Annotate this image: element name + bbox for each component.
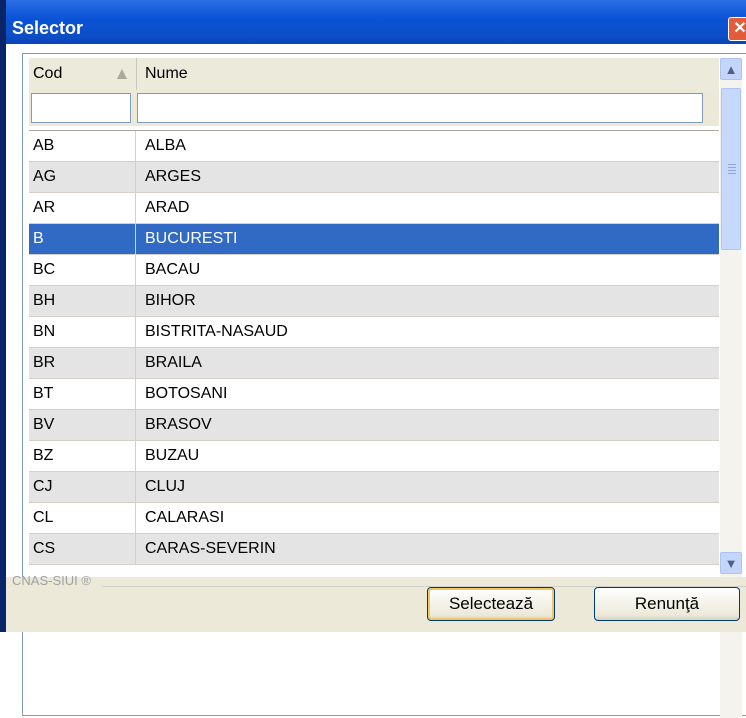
- chevron-up-icon[interactable]: ▲: [720, 58, 742, 80]
- table-row[interactable]: BC BACAU: [29, 255, 719, 286]
- column-separator: [135, 131, 136, 161]
- cell-nume: ALBA: [145, 137, 186, 154]
- cell-cod: BH: [33, 292, 56, 309]
- cell-nume: CLUJ: [145, 478, 186, 495]
- column-separator: [135, 348, 136, 378]
- column-separator: [135, 286, 136, 316]
- column-separator: [135, 193, 136, 223]
- grid-rows: AB ALBA AG ARGES AR ARAD B BUCURESTI BC BACAU BH BI…: [29, 130, 719, 565]
- column-separator: [135, 255, 136, 285]
- thumb-grip-line: [728, 164, 736, 165]
- cell-cod: BN: [33, 323, 56, 340]
- cell-cod: AB: [33, 137, 55, 154]
- column-header-label: Nume: [145, 65, 188, 82]
- table-row[interactable]: AB ALBA: [29, 131, 719, 162]
- table-row[interactable]: BH BIHOR: [29, 286, 719, 317]
- table-row[interactable]: CJ CLUJ: [29, 472, 719, 503]
- select-button[interactable]: Selectează: [427, 587, 555, 621]
- column-header-label: Cod: [33, 65, 63, 82]
- column-separator: [135, 441, 136, 471]
- cell-cod: CS: [33, 540, 56, 557]
- cell-nume: BOTOSANI: [145, 385, 228, 402]
- cell-nume: BUZAU: [145, 447, 200, 464]
- cancel-button[interactable]: Renunţă: [594, 587, 740, 621]
- cell-cod: AG: [33, 168, 57, 185]
- table-row[interactable]: B BUCURESTI: [29, 224, 719, 255]
- column-separator: [135, 379, 136, 409]
- cell-cod: BC: [33, 261, 56, 278]
- chevron-down-icon[interactable]: ▼: [720, 552, 742, 574]
- column-separator: [135, 317, 136, 347]
- column-separator: [135, 534, 136, 564]
- filter-row: [29, 90, 719, 126]
- cell-cod: BV: [33, 416, 55, 433]
- column-header-nume[interactable]: Nume: [137, 58, 719, 90]
- cell-nume: CALARASI: [145, 509, 225, 526]
- thumb-grip-line: [728, 173, 736, 174]
- table-row[interactable]: BZ BUZAU: [29, 441, 719, 472]
- table-row[interactable]: CL CALARASI: [29, 503, 719, 534]
- sort-ascending-icon: [117, 69, 127, 79]
- cell-nume: ARAD: [145, 199, 190, 216]
- column-separator: [135, 162, 136, 192]
- window-left-edge: [0, 0, 6, 632]
- cell-nume: BUCURESTI: [145, 230, 238, 247]
- cell-cod: BR: [33, 354, 56, 371]
- filter-cod-input[interactable]: [31, 93, 131, 123]
- cell-cod: B: [33, 230, 44, 247]
- column-separator: [135, 503, 136, 533]
- column-separator: [135, 224, 136, 254]
- cell-nume: BRASOV: [145, 416, 212, 433]
- cell-cod: AR: [33, 199, 56, 216]
- cell-cod: BZ: [33, 447, 54, 464]
- cell-nume: BACAU: [145, 261, 201, 278]
- cell-cod: BT: [33, 385, 54, 402]
- title-bar[interactable]: Selector ✕: [6, 0, 746, 44]
- table-row[interactable]: CS CARAS-SEVERIN: [29, 534, 719, 565]
- grid-header: Cod Nume: [29, 58, 719, 91]
- table-row[interactable]: BT BOTOSANI: [29, 379, 719, 410]
- table-row[interactable]: BN BISTRITA-NASAUD: [29, 317, 719, 348]
- cell-nume: BISTRITA-NASAUD: [145, 323, 288, 340]
- thumb-grip-line: [728, 167, 736, 168]
- cell-cod: CJ: [33, 478, 53, 495]
- scrollbar-thumb[interactable]: [721, 88, 741, 250]
- table-row[interactable]: BR BRAILA: [29, 348, 719, 379]
- close-icon[interactable]: ✕: [728, 17, 746, 41]
- filter-nume-input[interactable]: [137, 93, 703, 123]
- cell-nume: BRAILA: [145, 354, 202, 371]
- window-title: Selector: [12, 18, 84, 38]
- column-header-cod[interactable]: Cod: [29, 58, 137, 90]
- cell-cod: CL: [33, 509, 54, 526]
- cell-nume: BIHOR: [145, 292, 196, 309]
- brand-label: CNAS-SIUI ®: [12, 573, 91, 588]
- cell-nume: CARAS-SEVERIN: [145, 540, 276, 557]
- cell-nume: ARGES: [145, 168, 202, 185]
- table-row[interactable]: AR ARAD: [29, 193, 719, 224]
- table-row[interactable]: BV BRASOV: [29, 410, 719, 441]
- column-separator: [135, 472, 136, 502]
- thumb-grip-line: [728, 170, 736, 171]
- dialog-footer: CNAS-SIUI ® Selectează Renunţă: [6, 573, 746, 632]
- column-separator: [135, 410, 136, 440]
- table-row[interactable]: AG ARGES: [29, 162, 719, 193]
